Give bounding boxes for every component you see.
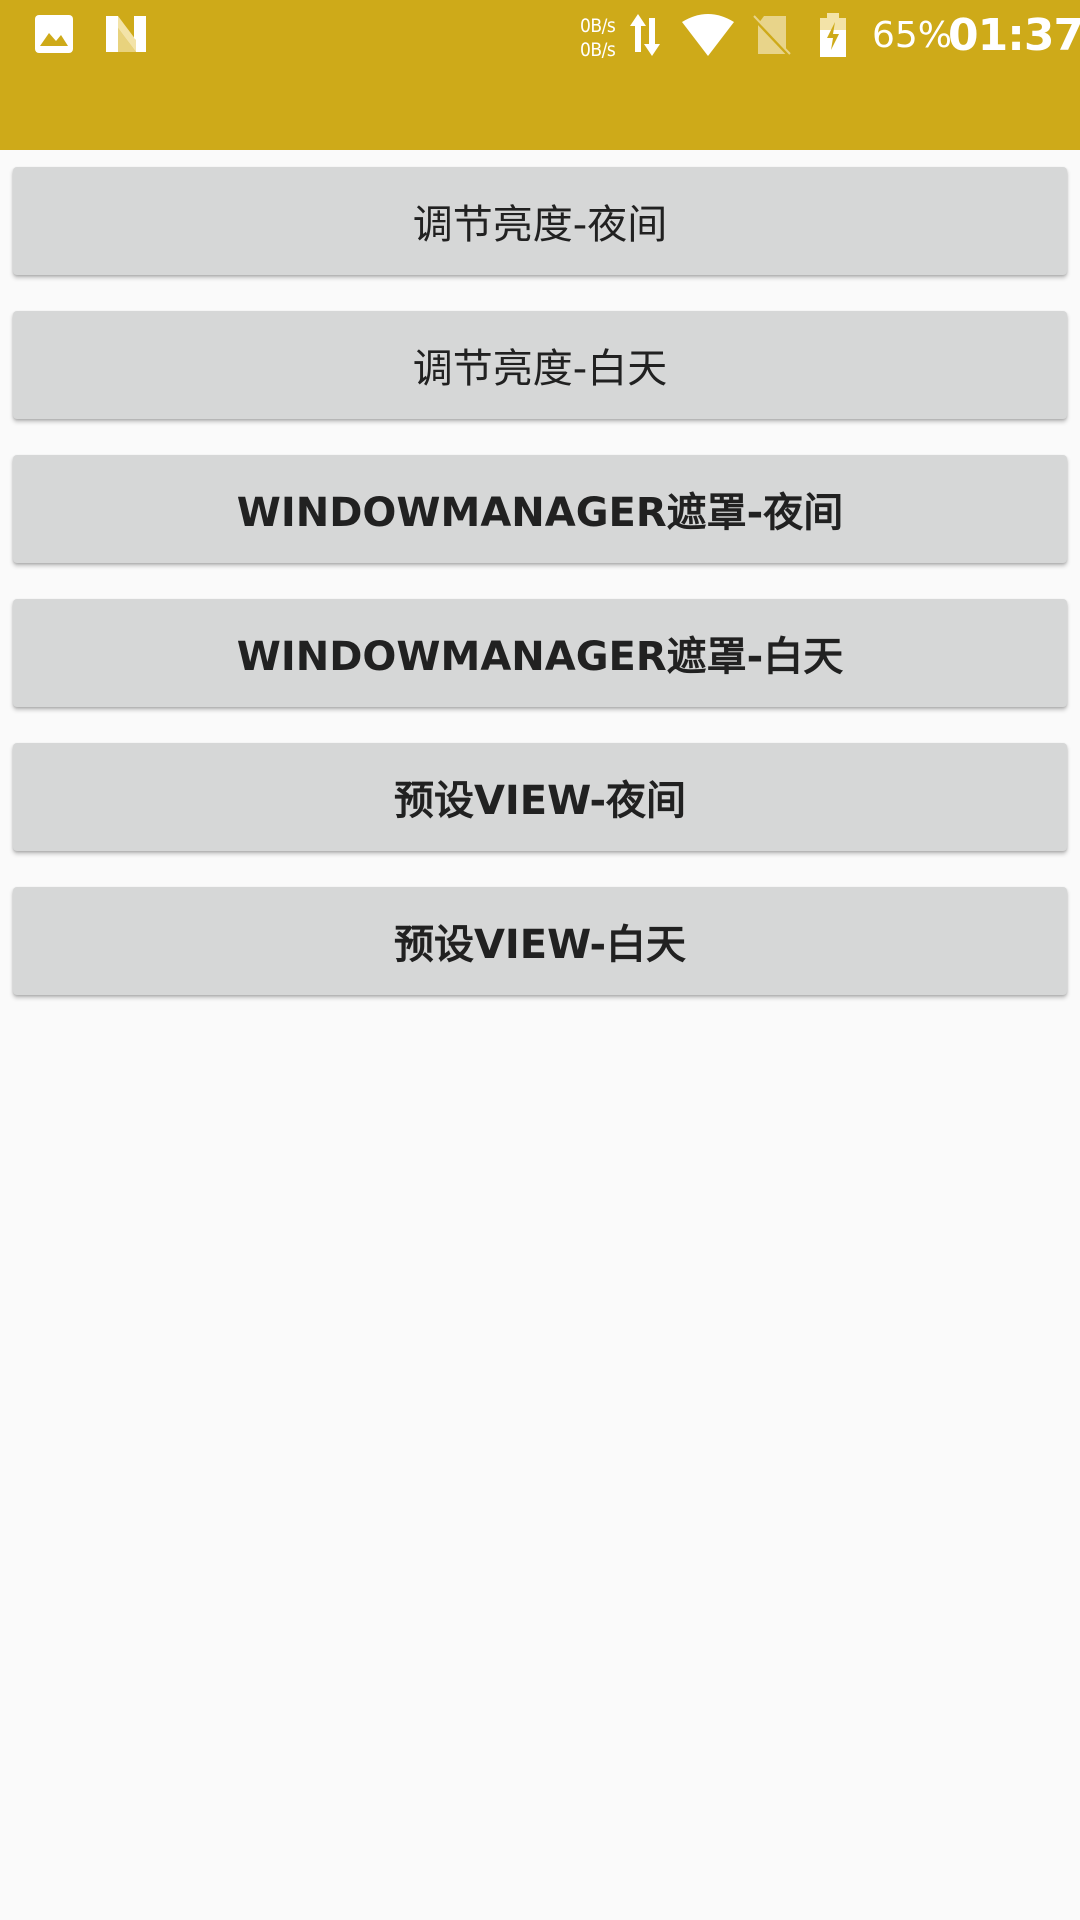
battery-charging-icon (818, 12, 848, 62)
n-logo-icon (104, 14, 148, 58)
upload-speed: 0B/s (580, 15, 616, 37)
wifi-icon (680, 12, 736, 62)
network-speed: 0B/s 0B/s (580, 14, 616, 62)
battery-percentage: 65% (872, 15, 953, 56)
gallery-icon (34, 14, 74, 58)
data-arrows-icon (628, 12, 662, 62)
clock: 01:37 (948, 10, 1080, 61)
preset-view-night-button[interactable]: 预设VIEW-夜间 (13, 743, 1067, 851)
brightness-day-button[interactable]: 调节亮度-白天 (13, 311, 1067, 419)
download-speed: 0B/s (580, 39, 616, 61)
windowmanager-mask-day-button[interactable]: WINDOWMANAGER遮罩-白天 (13, 599, 1067, 707)
preset-view-day-button[interactable]: 预设VIEW-白天 (13, 887, 1067, 995)
no-sim-icon (752, 12, 792, 62)
windowmanager-mask-night-button[interactable]: WINDOWMANAGER遮罩-夜间 (13, 455, 1067, 563)
status-bar: 0B/s 0B/s 65% 01:37 (0, 0, 1080, 72)
brightness-night-button[interactable]: 调节亮度-夜间 (13, 167, 1067, 275)
